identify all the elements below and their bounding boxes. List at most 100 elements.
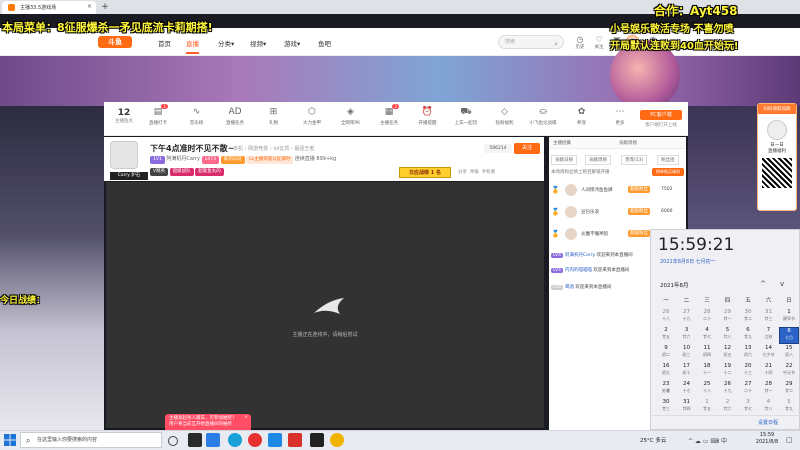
nav-live[interactable]: 直播 [186,38,199,54]
calendar-day[interactable]: 11 初四 [697,345,717,362]
search-input[interactable]: 搜索 ⌕ [498,35,564,49]
nav-games[interactable]: 游戏▾ [284,38,300,48]
calendar-day[interactable]: 1 廿五 [697,399,717,416]
calendar-day[interactable]: 4 廿七 [697,327,717,344]
pc-client-button[interactable]: PC客户端 [640,110,682,120]
nav-video[interactable]: 视频▾ [250,38,266,48]
notification-icon[interactable]: ▢ [786,436,793,444]
history-button[interactable]: ◷ 历史 [571,35,589,50]
follow-button[interactable]: 关注 [514,143,540,154]
calendar-day[interactable]: 4 廿八 [759,399,779,416]
calendar-day[interactable]: 2 廿六 [718,399,738,416]
edge-icon[interactable] [228,433,242,447]
calendar-day[interactable]: 1 建军节 [779,309,799,326]
calendar-day[interactable]: 28 廿一 [759,381,779,398]
calendar-day[interactable]: 25 十八 [697,381,717,398]
taskbar-clock[interactable]: 15:59 2021/8/8 [752,432,782,446]
weather-widget[interactable]: 25°C 多云 [640,436,666,444]
calendar-day[interactable]: 9 初二 [656,345,676,362]
toolbar-item[interactable]: ▤ 直播打卡 1 [142,104,174,126]
calendar-day[interactable]: 19 十二 [718,363,738,380]
site-logo[interactable]: 斗鱼 [98,36,132,48]
fishball-counter[interactable]: 12 主播鱼丸 [112,108,136,124]
follow-list-button[interactable]: ♡ 关注 [590,35,608,50]
toolbar-item[interactable]: ⬡ 大力金甲 [296,106,328,126]
calendar-today[interactable]: 8 七月 [779,327,799,344]
calendar-day[interactable]: 23 处暑 [656,381,676,398]
calendar-day[interactable]: 29 廿二 [779,381,799,398]
report-button[interactable]: 举报 [470,170,479,175]
tab-daily-rank[interactable]: 贡献日榜 [551,155,577,165]
toolbar-item[interactable]: AD 直播任务 [219,106,251,126]
calendar-day[interactable]: 31 廿四 [677,399,697,416]
toolbar-item[interactable]: ⛟ 上车一起玩 [450,106,482,126]
rank-row[interactable]: 🏅 人间惊鸿鱼鱼肆 超级粉丝 7502 [551,182,684,200]
calendar-month[interactable]: 2021年8月 [660,281,689,289]
rank-row[interactable]: 🏅 豆包乐浪 超级粉丝 6000 [551,204,684,222]
calendar-day[interactable]: 2 廿五 [656,327,676,344]
toolbar-item[interactable]: ◇ 钻粉福利 [489,106,521,126]
daily-rank-button[interactable]: 日应战榜 1 名 [399,167,451,178]
tab-weekly-rank[interactable]: 贡献周榜 [585,155,611,165]
taskbar-search[interactable]: ⌕ 在这里输入你要搜索的内容 [20,432,162,448]
browser-app-icon[interactable] [206,433,220,447]
app-red-icon[interactable] [248,433,262,447]
chat-user[interactable]: 阿满机丹Carry [565,253,595,258]
nav-category[interactable]: 分类▾ [218,38,234,48]
app-yellow-icon[interactable] [330,433,344,447]
tab-recruit[interactable]: 主播招募 [553,140,571,146]
taskview-icon[interactable] [188,433,202,447]
stream-category[interactable]: 单机 › 网游竞技 › lol云顶 › 最强王者 [233,145,314,152]
calendar-settings-link[interactable]: 设置日程 [758,419,778,426]
calendar-day[interactable]: 14 七夕节 [759,345,779,362]
new-tab-button[interactable]: + [100,1,110,13]
toolbar-item[interactable]: ▦ 主播任务 2 [373,104,405,126]
chat-user[interactable]: 喝酒 [565,285,574,290]
calendar-day[interactable]: 28 二十 [697,309,717,326]
calendar-day[interactable]: 7 立秋 [759,327,779,344]
close-icon[interactable]: × [244,415,248,421]
tab-fanclub[interactable]: 粉丝团 [657,155,679,165]
calendar-day[interactable]: 27 二十 [738,381,758,398]
toolbar-item[interactable]: ∿ 音乐榜 [181,106,213,126]
tag-team[interactable]: 超级战队 [169,168,194,176]
mobile-watch-button[interactable]: 手机看 [482,170,496,175]
calendar-day[interactable]: 10 初三 [677,345,697,362]
calendar-day[interactable]: 26 十八 [656,309,676,326]
calendar-day[interactable]: 18 十一 [697,363,717,380]
rank-benefit-button[interactable]: 榜单购买福利 [652,168,684,176]
streamer-name[interactable]: 阿满机丹Carry [166,156,200,162]
chevron-down-icon[interactable]: v [780,280,784,288]
calendar-day[interactable]: 22 中元节 [779,363,799,380]
calendar-day[interactable]: 24 十七 [677,381,697,398]
nav-fishbar[interactable]: 鱼吧 [318,38,331,48]
toolbar-item[interactable]: ⛀ 小飞鱼论战棋 [527,106,559,126]
calendar-day[interactable]: 17 初十 [677,363,697,380]
tag-elite[interactable]: V精英 [150,168,169,176]
toolbar-item[interactable]: ✿ 养宠 [566,106,598,126]
calendar-day[interactable]: 26 十九 [718,381,738,398]
windows-start-icon[interactable] [4,434,16,446]
task-view-icon[interactable] [168,436,178,446]
close-tab-icon[interactable]: × [87,3,92,10]
calendar-day[interactable]: 15 初八 [779,345,799,362]
system-tray[interactable]: ^ ☁ ▭ ⌨ 中 [688,436,727,445]
toolbar-item[interactable]: ⏰ 开播提醒 [412,106,444,126]
qr-promo-card[interactable]: 扫码领取加群 日一日 直播福利 [757,103,797,211]
tab-vip[interactable]: 贵宾(53) [621,155,648,165]
calendar-day[interactable]: 12 初五 [718,345,738,362]
calendar-day[interactable]: 27 十九 [677,309,697,326]
share-button[interactable]: 分享 [458,170,467,175]
calendar-day[interactable]: 13 初六 [738,345,758,362]
calendar-day[interactable]: 5 廿九 [779,399,799,416]
calendar-day[interactable]: 3 廿六 [677,327,697,344]
calendar-day[interactable]: 29 廿一 [718,309,738,326]
calendar-day[interactable]: 31 廿三 [759,309,779,326]
streamer-avatar[interactable] [110,141,138,169]
tag-fishball[interactable]: 超能鱼丸的 [195,168,224,176]
clock-date[interactable]: 2021年8月8日 七月初一 [660,258,716,265]
chevron-up-icon[interactable]: ^ [760,280,766,288]
calendar-day[interactable]: 21 十四 [759,363,779,380]
app-blue-icon[interactable] [268,433,282,447]
calendar-day[interactable]: 16 初九 [656,363,676,380]
